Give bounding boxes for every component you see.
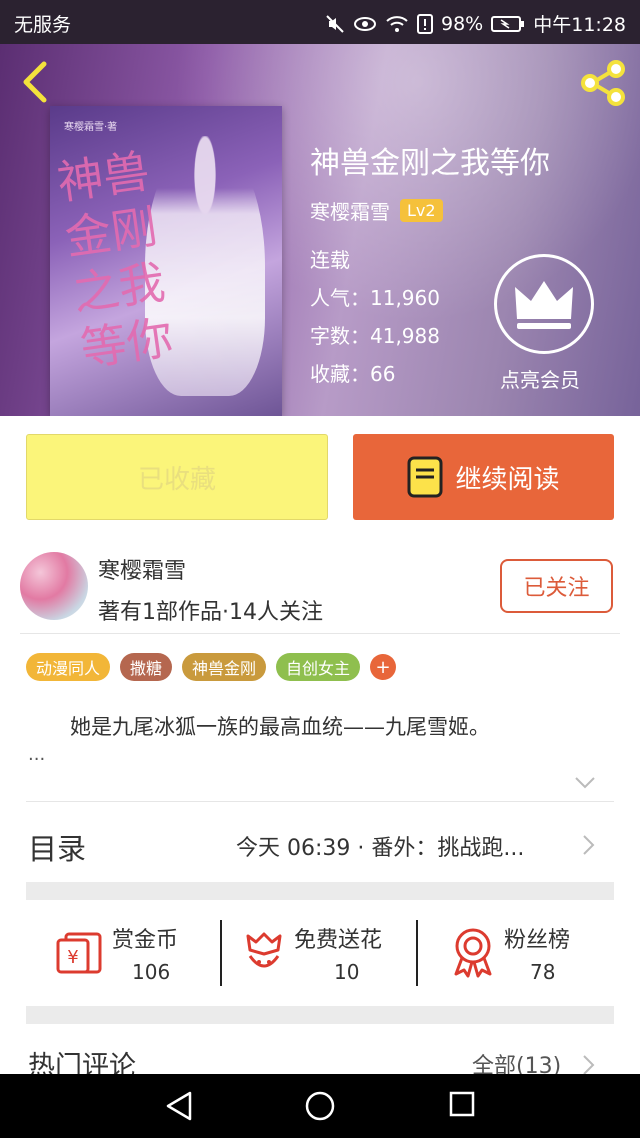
fans-label: 粉丝榜 (504, 928, 571, 953)
flower-icon (246, 932, 282, 968)
tag-item[interactable]: 神兽金刚 (182, 653, 267, 681)
popularity-stat: 人气：11,960 (310, 286, 440, 310)
clock: 中午11:28 (533, 14, 626, 36)
vip-label[interactable]: 点亮会员 (500, 364, 580, 393)
book-status: 连载 (310, 248, 350, 272)
author-meta: 著有1部作品·14人关注 (98, 600, 323, 625)
favorites-stat: 收藏：66 (310, 362, 396, 386)
author-avatar[interactable] (20, 552, 88, 620)
section-separator (26, 882, 614, 900)
status-icons: 98% 中午11:28 (325, 10, 626, 37)
vip-button[interactable] (494, 254, 594, 354)
chevron-left-icon[interactable] (16, 60, 56, 104)
flower-value: 10 (334, 960, 360, 984)
reward-label: 赏金币 (112, 928, 179, 953)
latest-chapter[interactable]: 今天 06:39 · 番外：挑战跑... (236, 830, 524, 862)
continue-reading-label: 继续阅读 (455, 464, 560, 495)
stat-divider (220, 920, 222, 986)
divider (20, 633, 620, 634)
book-author[interactable]: 寒樱霜雪 (310, 196, 390, 225)
chevron-down-icon[interactable] (574, 776, 596, 790)
crown-icon (515, 281, 573, 329)
battery-percent: 98% (441, 12, 484, 35)
synopsis-ellipsis: ... (28, 744, 46, 765)
divider (26, 801, 614, 802)
synopsis[interactable]: 她是九尾冰狐一族的最高血统——九尾雪姬。 (28, 710, 618, 744)
word-count-stat: 字数：41,988 (310, 324, 440, 348)
book-cover[interactable]: 寒樱霜雪·著 神兽金刚之我等你 (50, 106, 282, 416)
fan-ranking-button[interactable]: 粉丝榜 78 (448, 918, 598, 988)
recent-apps-icon[interactable] (448, 1090, 476, 1118)
chevron-right-icon[interactable] (582, 1054, 596, 1076)
collected-button[interactable]: 已收藏 (26, 434, 328, 520)
wifi-icon (386, 15, 408, 32)
back-triangle-icon[interactable] (164, 1090, 194, 1122)
eye-icon (354, 16, 376, 31)
add-tag-button[interactable]: + (370, 654, 397, 680)
red-envelope-icon: ¥ (56, 932, 102, 974)
reward-coins-button[interactable]: ¥ 赏金币 106 (50, 918, 210, 988)
svg-text:¥: ¥ (67, 947, 78, 968)
flower-label: 免费送花 (294, 928, 383, 953)
medal-icon (454, 928, 492, 978)
book-author-line: 寒樱霜雪 Lv2 (310, 196, 443, 225)
follow-button[interactable]: 已关注 (500, 559, 613, 613)
send-flower-button[interactable]: 免费送花 10 (240, 918, 410, 988)
catalog-title[interactable]: 目录 (28, 826, 86, 868)
status-bar: 无服务 98% 中午11:28 (0, 0, 640, 44)
tag-item[interactable]: 撒糖 (120, 653, 173, 681)
chevron-right-icon[interactable] (582, 834, 596, 856)
synopsis-text: 她是九尾冰狐一族的最高血统——九尾雪姬。 (70, 715, 490, 739)
level-badge: Lv2 (400, 199, 443, 222)
share-icon[interactable] (578, 58, 628, 108)
section-separator (26, 1006, 614, 1024)
book-title: 神兽金刚之我等你 (310, 146, 550, 181)
mute-icon (326, 14, 344, 33)
battery-icon (491, 15, 525, 32)
book-header: 寒樱霜雪·著 神兽金刚之我等你 神兽金刚之我等你 寒樱霜雪 Lv2 连载 人气：… (0, 44, 640, 416)
stat-divider (416, 920, 418, 986)
system-navigation-bar (0, 1074, 640, 1138)
tag-list: 动漫同人 撒糖 神兽金刚 自创女主 + (26, 653, 397, 681)
alert-icon (417, 13, 433, 34)
fans-value: 78 (530, 960, 556, 984)
carrier-label: 无服务 (14, 14, 72, 36)
continue-reading-button[interactable]: 继续阅读 (353, 434, 614, 520)
tag-item[interactable]: 自创女主 (276, 653, 361, 681)
tag-item[interactable]: 动漫同人 (26, 653, 111, 681)
author-name[interactable]: 寒樱霜雪 (98, 553, 186, 585)
cover-author: 寒樱霜雪·著 (64, 122, 118, 133)
reward-value: 106 (132, 960, 171, 984)
home-circle-icon[interactable] (304, 1090, 336, 1122)
book-icon (407, 456, 443, 498)
